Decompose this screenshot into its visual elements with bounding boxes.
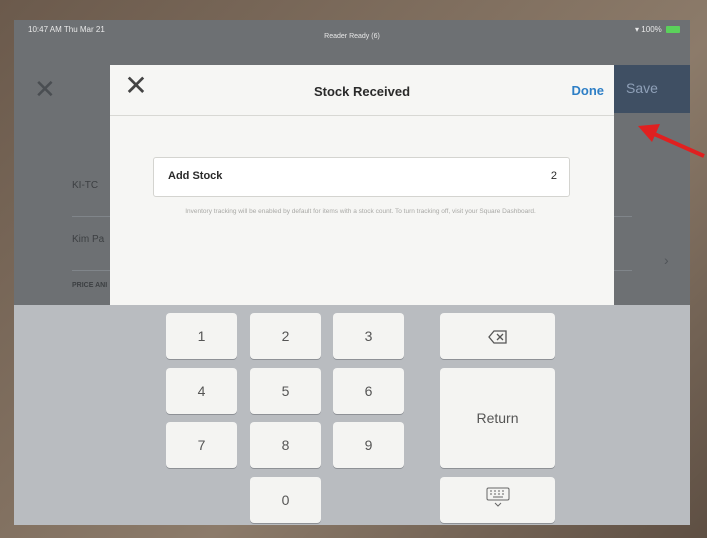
add-stock-field[interactable]: Add Stock 2 [153, 157, 570, 197]
keyboard-dismiss-icon [486, 487, 509, 507]
keyboard-dismiss-key[interactable] [440, 477, 555, 523]
background-close-icon: ✕ [34, 74, 56, 104]
stock-received-modal: ✕ Stock Received Done Add Stock 2 Invent… [110, 65, 614, 305]
status-battery: ▾ 100% [635, 25, 680, 34]
reader-status: Reader Ready (6) [324, 33, 380, 40]
add-stock-label: Add Stock [168, 170, 223, 182]
background-save-button: Save [626, 80, 658, 96]
wifi-icon: ▾ [635, 25, 640, 34]
modal-header: ✕ Stock Received Done [110, 65, 614, 116]
add-stock-value[interactable]: 2 [551, 170, 557, 182]
key-1[interactable]: 1 [166, 313, 237, 359]
key-2[interactable]: 2 [250, 313, 321, 359]
inventory-hint: Inventory tracking will be enabled by de… [185, 208, 536, 215]
backspace-icon [487, 330, 507, 344]
key-0[interactable]: 0 [250, 477, 321, 523]
status-bar: 10:47 AM Thu Mar 21 Reader Ready (6) ▾ 1… [14, 20, 690, 42]
return-key[interactable]: Return [440, 368, 555, 468]
key-3[interactable]: 3 [333, 313, 404, 359]
numeric-keyboard: 1 2 3 4 5 6 7 8 9 0 Return [14, 305, 690, 525]
background-row-label: Kim Pa [72, 234, 105, 245]
battery-icon [666, 26, 680, 34]
key-6[interactable]: 6 [333, 368, 404, 414]
key-7[interactable]: 7 [166, 422, 237, 468]
modal-title: Stock Received [313, 84, 411, 99]
ipad-screen: 10:47 AM Thu Mar 21 Reader Ready (6) ▾ 1… [14, 20, 690, 525]
battery-percent: 100% [641, 25, 662, 34]
chevron-right-icon: › [664, 252, 669, 268]
key-5[interactable]: 5 [250, 368, 321, 414]
backspace-key[interactable] [440, 313, 555, 359]
background-row-label: KI-TC [72, 180, 99, 191]
key-8[interactable]: 8 [250, 422, 321, 468]
done-button[interactable]: Done [572, 83, 605, 98]
key-9[interactable]: 9 [333, 422, 404, 468]
background-section-label: PRICE ANI [72, 282, 108, 289]
key-4[interactable]: 4 [166, 368, 237, 414]
